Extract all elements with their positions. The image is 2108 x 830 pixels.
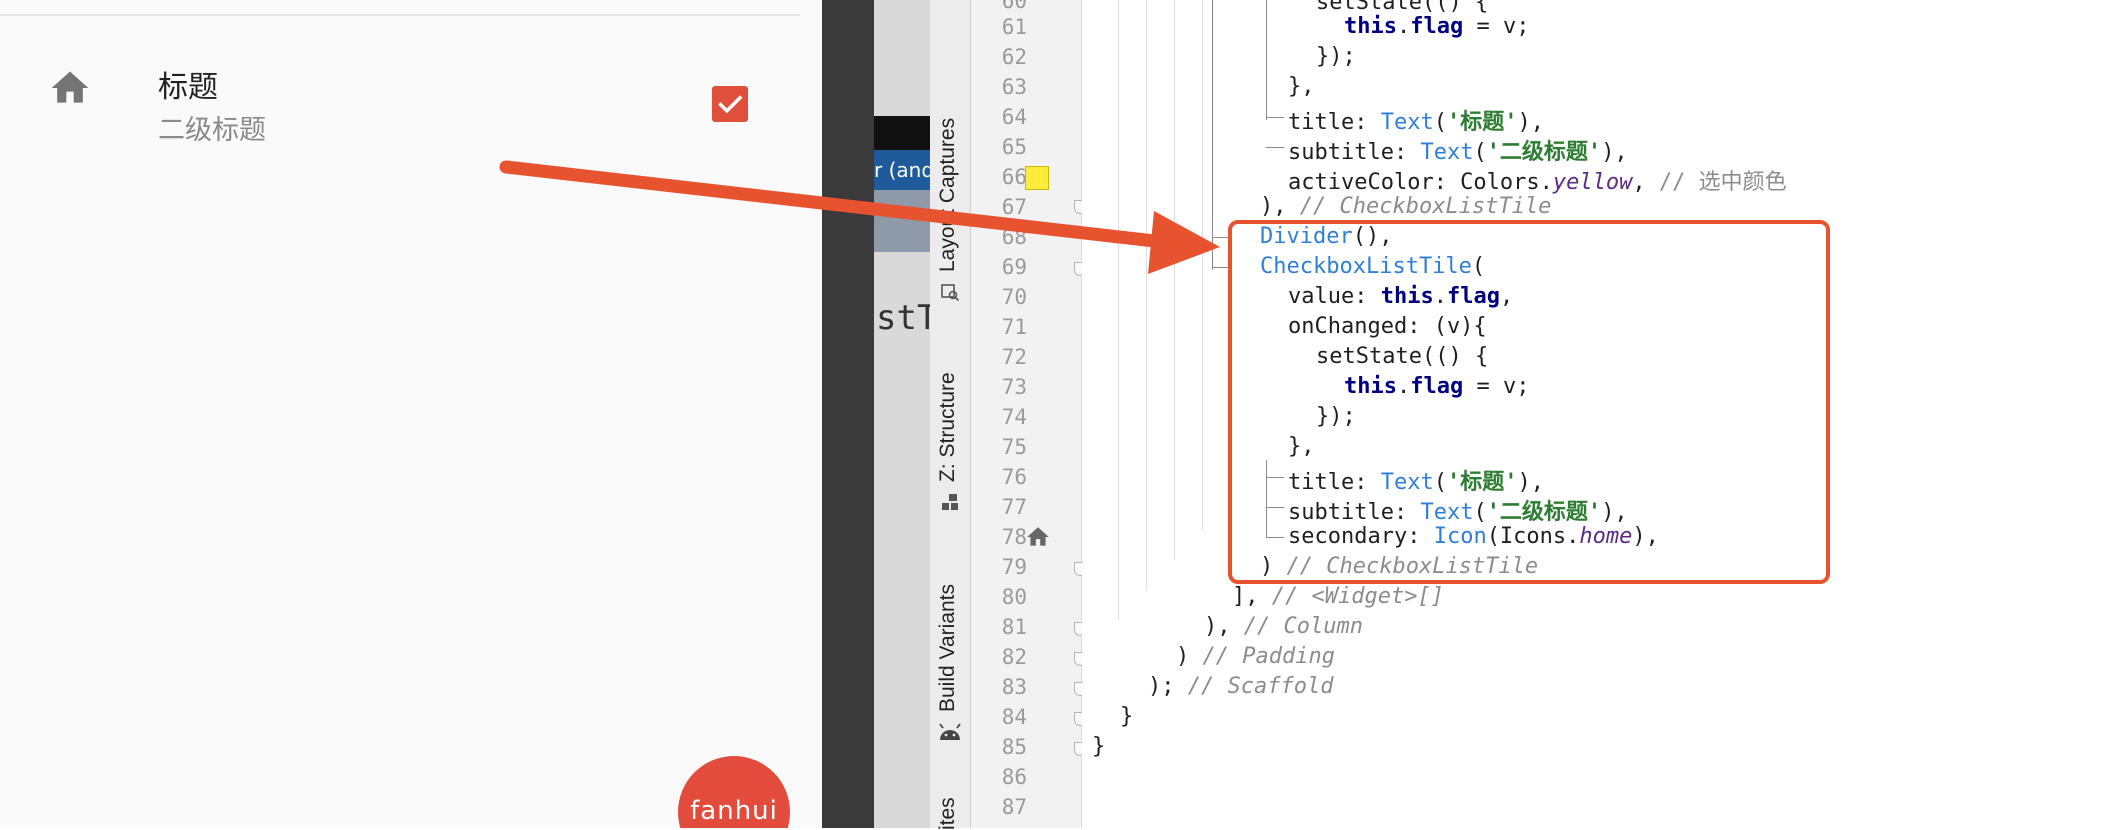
code-line: } — [1120, 704, 1134, 729]
line-number: 81 — [1001, 615, 1027, 639]
tile-title: 标题 — [158, 71, 218, 104]
code-line: title: Text('标题'), — [1288, 110, 1544, 135]
line-number: 83 — [1001, 675, 1027, 699]
layout-captures-icon — [941, 284, 960, 302]
line-number: 60 — [1001, 0, 1027, 13]
fab-label: fanhui — [690, 796, 778, 826]
line-number: 71 — [1001, 315, 1027, 339]
code-line: } — [1092, 734, 1106, 759]
check-icon — [718, 95, 743, 114]
line-number: 80 — [1001, 585, 1027, 609]
tab-favorites[interactable]: ites — [936, 797, 960, 830]
color-swatch[interactable] — [1025, 166, 1049, 190]
line-number: 73 — [1001, 375, 1027, 399]
code-line: ], // <Widget>[] — [1232, 584, 1444, 609]
code-line: ), // CheckboxListTile — [1260, 194, 1552, 219]
home-icon — [51, 71, 89, 103]
android-icon — [939, 723, 961, 740]
background-tab: r (andr — [874, 150, 930, 190]
tab-structure[interactable]: Z: Structure — [936, 372, 960, 482]
line-number: 78 — [1001, 525, 1027, 549]
code-line: ), // Column — [1204, 614, 1363, 639]
line-number: 77 — [1001, 495, 1027, 519]
line-number: 65 — [1001, 135, 1027, 159]
line-number: 75 — [1001, 435, 1027, 459]
line-number: 85 — [1001, 735, 1027, 759]
line-number: 82 — [1001, 645, 1027, 669]
line-number: 72 — [1001, 345, 1027, 369]
code-line: }, — [1288, 74, 1315, 99]
structure-icon — [942, 494, 958, 510]
line-number: 70 — [1001, 285, 1027, 309]
tool-window-strip: Layout Captures Z: Structure Build Varia… — [930, 0, 971, 830]
line-number: 79 — [1001, 555, 1027, 579]
line-number: 69 — [1001, 255, 1027, 279]
tab-layout-captures[interactable]: Layout Captures — [936, 118, 960, 272]
line-number: 61 — [1001, 15, 1027, 39]
background-text: stT — [876, 298, 930, 338]
line-number: 67 — [1001, 195, 1027, 219]
checkbox[interactable] — [712, 86, 748, 122]
divider — [0, 14, 800, 16]
home-icon — [1027, 527, 1049, 546]
emulator-frame — [822, 0, 874, 828]
background-window: r (andr stT — [874, 0, 930, 828]
line-number: 66 — [1001, 165, 1027, 189]
tile-subtitle: 二级标题 — [158, 115, 266, 145]
code-line: ); // Scaffold — [1148, 674, 1334, 699]
emulator-screen: 标题 二级标题 fanhui — [0, 0, 822, 828]
line-number: 68 — [1001, 225, 1027, 249]
code-line: activeColor: Colors.yellow, // 选中颜色 — [1288, 170, 1787, 195]
line-number: 84 — [1001, 705, 1027, 729]
line-number: 87 — [1001, 795, 1027, 819]
tab-build-variants[interactable]: Build Variants — [936, 584, 960, 712]
highlight-box — [1228, 220, 1830, 584]
code-line: subtitle: Text('二级标题'), — [1288, 140, 1628, 165]
code-line: ) // Padding — [1176, 644, 1335, 669]
line-number: 74 — [1001, 405, 1027, 429]
line-number: 63 — [1001, 75, 1027, 99]
code-line: }); — [1316, 44, 1356, 69]
line-number: 86 — [1001, 765, 1027, 789]
line-number-gutter: 60 61 62 63 64 65 66 67 68 69 70 71 72 7… — [971, 0, 1086, 828]
line-number: 76 — [1001, 465, 1027, 489]
line-number: 62 — [1001, 45, 1027, 69]
code-line: this.flag = v; — [1344, 14, 1530, 39]
line-number: 64 — [1001, 105, 1027, 129]
fab-button[interactable]: fanhui — [678, 756, 790, 828]
code-line: setState(() { — [1316, 0, 1489, 15]
